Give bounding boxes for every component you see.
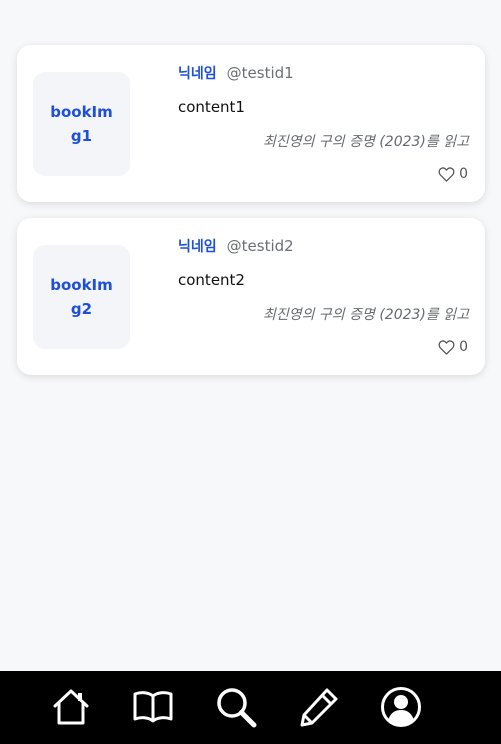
- like-count: 0: [459, 339, 468, 355]
- tab-home[interactable]: [49, 685, 93, 729]
- author-id[interactable]: @testid1: [227, 64, 294, 82]
- pencil-icon: [300, 688, 338, 727]
- home-icon: [53, 689, 89, 725]
- author-nickname[interactable]: 닉네임: [178, 236, 217, 256]
- tab-write[interactable]: [297, 685, 341, 729]
- tab-library[interactable]: [131, 685, 175, 729]
- search-icon: [217, 688, 257, 728]
- bottom-tab-bar: [0, 671, 501, 744]
- post-card[interactable]: bookImg1 닉네임 @testid1 content1 최진영의 구의 증…: [17, 45, 485, 202]
- book-reference: 최진영의 구의 증명 (2023)를 읽고: [262, 134, 469, 150]
- tab-search[interactable]: [214, 685, 258, 729]
- heart-icon: [438, 167, 455, 182]
- post-content: content1: [178, 98, 245, 116]
- post-card[interactable]: bookImg2 닉네임 @testid2 content2 최진영의 구의 증…: [17, 218, 485, 375]
- book-thumbnail[interactable]: bookImg1: [33, 72, 130, 176]
- book-icon: [133, 691, 173, 723]
- profile-icon: [381, 687, 421, 727]
- author-id[interactable]: @testid2: [227, 237, 294, 255]
- like-button[interactable]: 0: [438, 339, 468, 355]
- post-feed: bookImg1 닉네임 @testid1 content1 최진영의 구의 증…: [0, 0, 501, 391]
- book-thumbnail[interactable]: bookImg2: [33, 245, 130, 349]
- like-button[interactable]: 0: [438, 166, 468, 182]
- book-reference: 최진영의 구의 증명 (2023)를 읽고: [262, 307, 469, 323]
- post-author: 닉네임 @testid2: [178, 236, 294, 256]
- author-nickname[interactable]: 닉네임: [178, 63, 217, 83]
- post-author: 닉네임 @testid1: [178, 63, 294, 83]
- heart-icon: [438, 340, 455, 355]
- like-count: 0: [459, 166, 468, 182]
- tab-profile[interactable]: [379, 685, 423, 729]
- post-content: content2: [178, 271, 245, 289]
